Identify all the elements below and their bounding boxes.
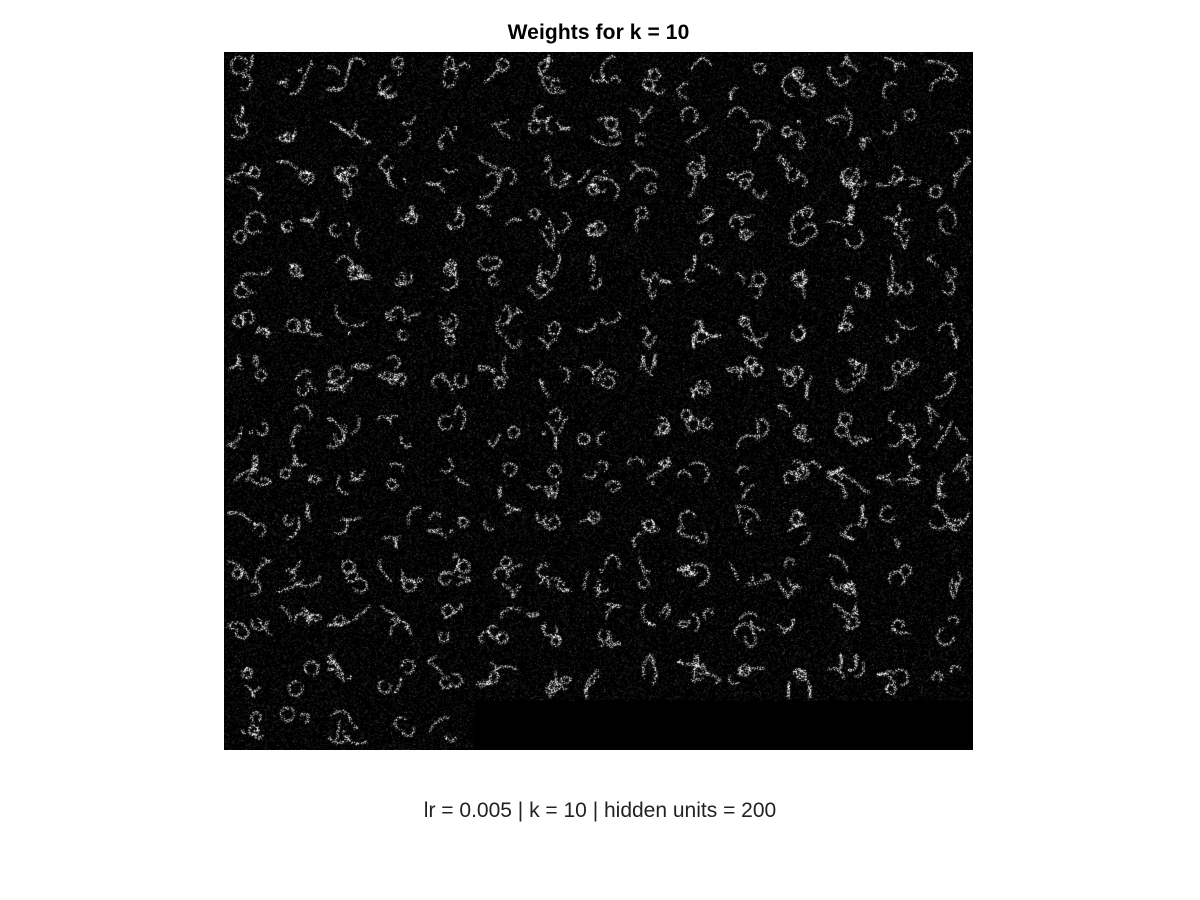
figure-title: Weights for k = 10: [507, 21, 690, 44]
figure-caption: lr = 0.005 | k = 10 | hidden units = 200: [423, 799, 777, 822]
weights-image-grid: [224, 52, 973, 750]
